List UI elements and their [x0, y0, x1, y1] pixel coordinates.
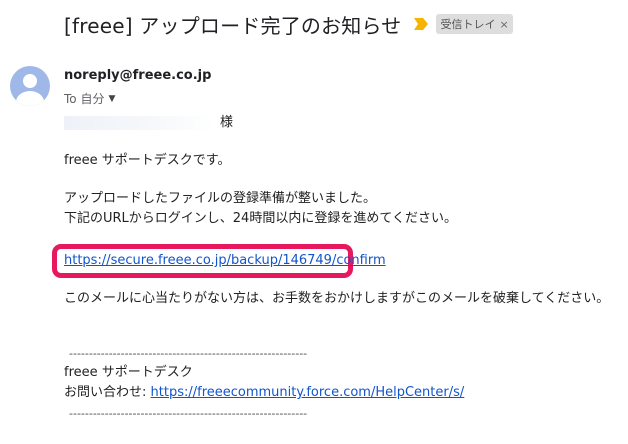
contact-line: お問い合わせ: https://freeecommunity.force.com…: [64, 383, 464, 403]
salutation: 様: [64, 113, 233, 133]
important-marker-icon[interactable]: [413, 18, 428, 30]
subject-row: [freee] アップロード完了のお知らせ 受信トレイ ×: [64, 6, 513, 42]
contact-label: お問い合わせ:: [64, 385, 151, 400]
divider-bottom: ----------------------------------------…: [69, 407, 308, 420]
message-line-1: アップロードしたファイルの登録準備が整いました。: [64, 191, 377, 206]
salutation-suffix: 様: [220, 115, 234, 130]
chevron-down-icon[interactable]: ▼: [108, 94, 115, 104]
help-center-link[interactable]: https://freeecommunity.force.com/HelpCen…: [151, 385, 465, 400]
sender-avatar: [10, 66, 50, 106]
recipient-label: To 自分: [64, 92, 105, 106]
confirm-link-line: https://secure.freee.co.jp/backup/146749…: [64, 251, 386, 271]
email-subject: [freee] アップロード完了のお知らせ: [64, 13, 402, 38]
confirm-link[interactable]: https://secure.freee.co.jp/backup/146749…: [64, 253, 386, 268]
person-icon: [16, 74, 44, 106]
greeting-text: freee サポートデスクです。: [64, 153, 231, 168]
divider-top: ----------------------------------------…: [69, 347, 308, 360]
disclaimer-text: このメールに心当たりがない方は、お手数をおかけしますがこのメールを破棄してくださ…: [64, 291, 610, 306]
recipient-details[interactable]: To 自分 ▼: [64, 90, 115, 107]
redacted-recipient-name: [64, 115, 214, 130]
inbox-label-text: 受信トレイ: [440, 18, 496, 31]
sender-address[interactable]: noreply@freee.co.jp: [64, 68, 211, 83]
signature-name: freee サポートデスク: [64, 365, 193, 380]
remove-label-icon[interactable]: ×: [500, 18, 509, 31]
inbox-label-chip: 受信トレイ ×: [435, 14, 513, 34]
message-line-2: 下記のURLからログインし、24時間以内に登録を進めてください。: [64, 211, 457, 226]
